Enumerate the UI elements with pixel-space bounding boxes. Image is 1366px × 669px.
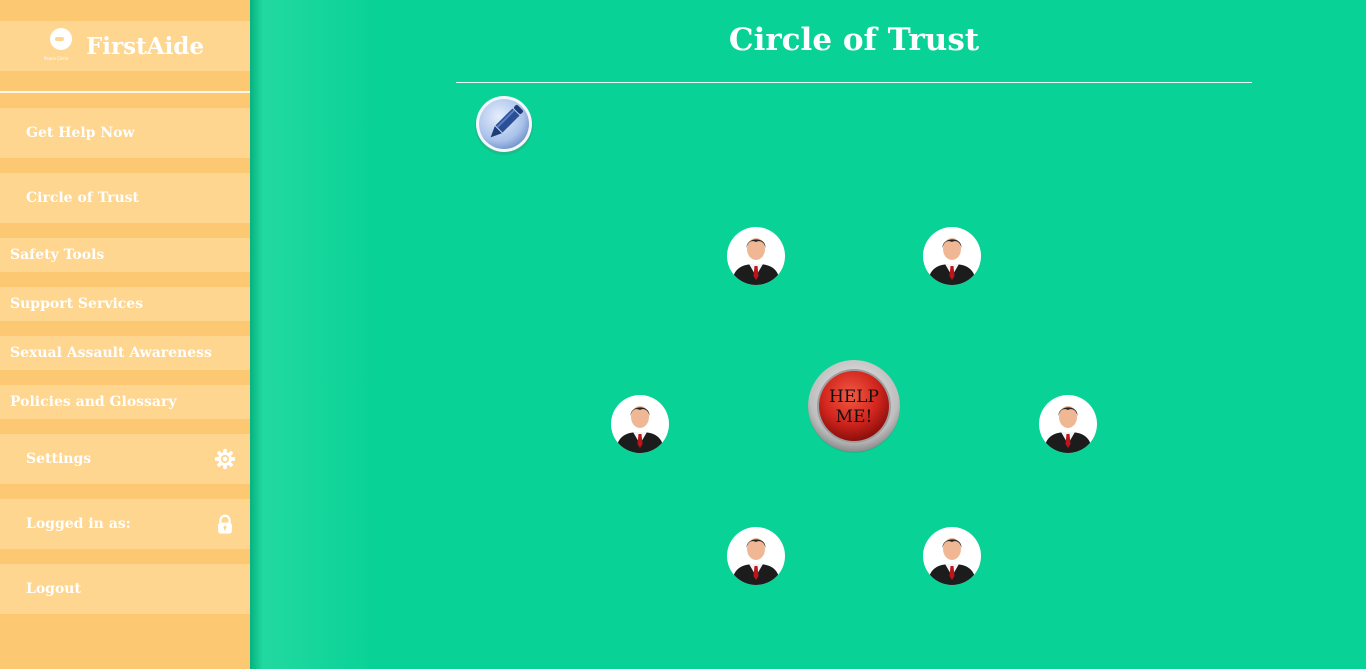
help-label-line1: HELP bbox=[829, 387, 879, 407]
gear-icon bbox=[214, 448, 236, 470]
sidebar: Peace Circle FirstAide Get Help Now Circ… bbox=[0, 0, 250, 669]
contact-avatar[interactable] bbox=[610, 394, 670, 454]
contact-avatar[interactable] bbox=[922, 526, 982, 586]
logo-icon: Peace Circle bbox=[43, 26, 76, 66]
title-divider bbox=[456, 82, 1252, 83]
sidebar-item-label: Sexual Assault Awareness bbox=[10, 345, 212, 361]
sidebar-shadow bbox=[250, 0, 380, 669]
sidebar-item-logged-in[interactable]: Logged in as: bbox=[0, 499, 250, 549]
sidebar-item-label: Policies and Glossary bbox=[10, 394, 177, 410]
sidebar-item-label: Safety Tools bbox=[10, 247, 105, 263]
sidebar-divider bbox=[0, 91, 250, 93]
help-me-button[interactable]: HELP ME! bbox=[807, 359, 901, 453]
sidebar-item-label: Settings bbox=[26, 451, 92, 467]
contact-avatar[interactable] bbox=[726, 226, 786, 286]
sidebar-item-label: Get Help Now bbox=[26, 125, 135, 141]
sidebar-item-label: Logout bbox=[26, 581, 81, 597]
contact-avatar[interactable] bbox=[1038, 394, 1098, 454]
sidebar-item-get-help-now[interactable]: Get Help Now bbox=[0, 108, 250, 158]
sidebar-item-label: Support Services bbox=[10, 296, 144, 312]
sidebar-item-logout[interactable]: Logout bbox=[0, 564, 250, 614]
sidebar-item-safety-tools[interactable]: Safety Tools bbox=[0, 238, 250, 272]
sidebar-item-sexual-assault-awareness[interactable]: Sexual Assault Awareness bbox=[0, 336, 250, 370]
app-name: FirstAide bbox=[85, 32, 205, 60]
sidebar-item-label: Circle of Trust bbox=[26, 190, 139, 206]
sidebar-item-support-services[interactable]: Support Services bbox=[0, 287, 250, 321]
sidebar-item-circle-of-trust[interactable]: Circle of Trust bbox=[0, 173, 250, 223]
lock-icon bbox=[218, 514, 232, 534]
sidebar-item-settings[interactable]: Settings bbox=[0, 434, 250, 484]
page-title: Circle of Trust bbox=[728, 22, 980, 58]
logo[interactable]: Peace Circle FirstAide bbox=[0, 21, 250, 71]
logo-subtext: Peace Circle bbox=[43, 56, 69, 61]
sidebar-item-policies-and-glossary[interactable]: Policies and Glossary bbox=[0, 385, 250, 419]
edit-button[interactable] bbox=[474, 95, 534, 155]
contact-avatar[interactable] bbox=[726, 526, 786, 586]
contact-avatar[interactable] bbox=[922, 226, 982, 286]
sidebar-item-label: Logged in as: bbox=[26, 516, 131, 532]
help-label-line2: ME! bbox=[836, 407, 873, 427]
